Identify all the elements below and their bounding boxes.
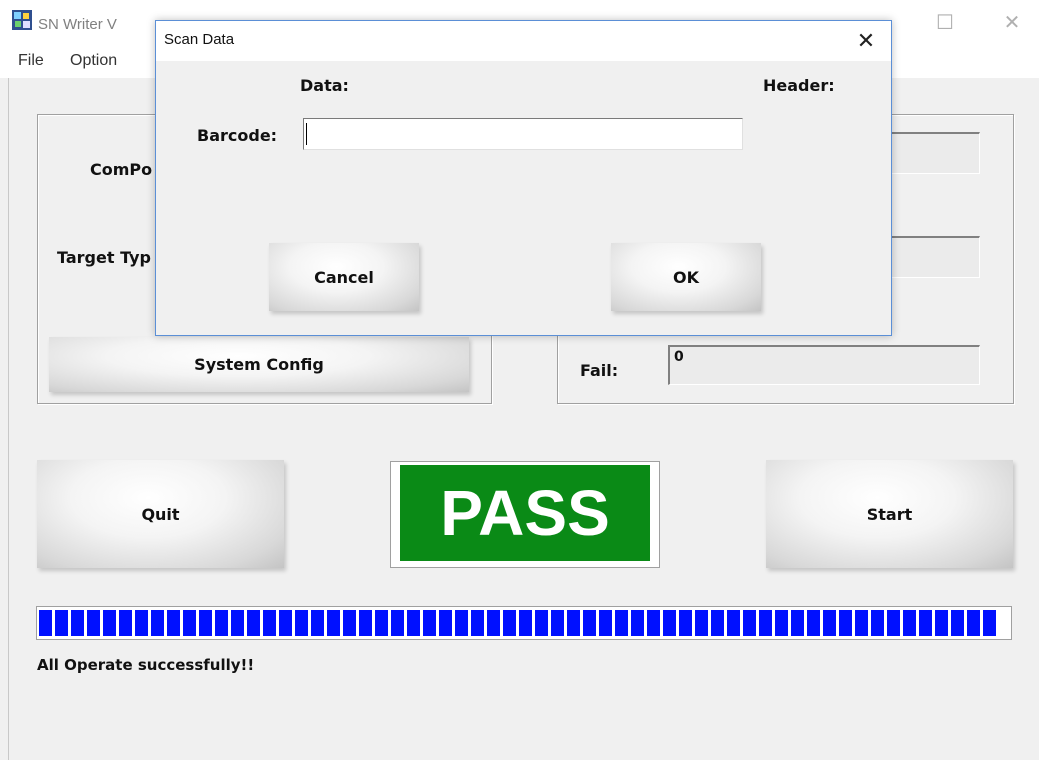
progress-segment [551, 610, 564, 636]
window-left-border [8, 78, 9, 760]
progress-segment [631, 610, 644, 636]
progress-segment [567, 610, 580, 636]
progress-segment [583, 610, 596, 636]
progress-segment [519, 610, 532, 636]
close-icon[interactable]: ✕ [851, 27, 881, 55]
progress-segment [727, 610, 740, 636]
progress-segment [679, 610, 692, 636]
text-caret [306, 123, 307, 145]
progress-segment [247, 610, 260, 636]
status-text: All Operate successfully!! [37, 656, 255, 674]
progress-segment [295, 610, 308, 636]
progress-segment [599, 610, 612, 636]
menu-file[interactable]: File [18, 52, 44, 70]
progress-segment [983, 610, 996, 636]
progress-segment [119, 610, 132, 636]
progress-segment [839, 610, 852, 636]
progress-segment [663, 610, 676, 636]
fail-label: Fail: [580, 361, 619, 380]
stat-field-middle [885, 236, 980, 278]
result-indicator: PASS [390, 461, 660, 568]
progress-segment [87, 610, 100, 636]
scan-data-dialog: Scan Data ✕ Data: Header: Barcode: Cance… [155, 20, 892, 336]
progress-segment [919, 610, 932, 636]
dialog-title: Scan Data [164, 31, 235, 48]
progress-segment [263, 610, 276, 636]
barcode-input[interactable] [303, 118, 743, 150]
header-label: Header: [763, 76, 835, 95]
progress-segment [871, 610, 884, 636]
fail-count-field: 0 [668, 345, 980, 385]
progress-segment [743, 610, 756, 636]
progress-segment [279, 610, 292, 636]
result-text: PASS [400, 465, 650, 561]
progress-segment [55, 610, 68, 636]
progress-segment [391, 610, 404, 636]
start-button[interactable]: Start [766, 460, 1013, 568]
ok-button[interactable]: OK [611, 243, 761, 311]
progress-segment [455, 610, 468, 636]
progress-segment [535, 610, 548, 636]
progress-segment [183, 610, 196, 636]
progress-segment [615, 610, 628, 636]
progress-segment [423, 610, 436, 636]
progress-segment [471, 610, 484, 636]
progress-segment [967, 610, 980, 636]
progress-segment [647, 610, 660, 636]
cancel-button[interactable]: Cancel [269, 243, 419, 311]
progress-segment [487, 610, 500, 636]
progress-segment [39, 610, 52, 636]
progress-segment [151, 610, 164, 636]
progress-segment [951, 610, 964, 636]
progress-segment [231, 610, 244, 636]
progress-segment [503, 610, 516, 636]
progress-segment [135, 610, 148, 636]
progress-segment [215, 610, 228, 636]
progress-segment [343, 610, 356, 636]
close-window-icon[interactable]: ✕ [992, 8, 1032, 38]
maximize-icon[interactable]: ☐ [925, 8, 965, 38]
progress-segment [359, 610, 372, 636]
progress-segment [855, 610, 868, 636]
target-type-label: Target Typ [57, 248, 151, 267]
progress-segment [823, 610, 836, 636]
progress-segment [199, 610, 212, 636]
progress-bar [36, 606, 1012, 640]
progress-segment [807, 610, 820, 636]
system-config-button[interactable]: System Config [49, 337, 469, 392]
progress-segment [311, 610, 324, 636]
progress-segment [695, 610, 708, 636]
progress-segment [327, 610, 340, 636]
progress-segment [439, 610, 452, 636]
dialog-title-bar [156, 21, 891, 61]
progress-segment [71, 610, 84, 636]
stat-field-top [885, 132, 980, 174]
progress-segment [887, 610, 900, 636]
quit-button[interactable]: Quit [37, 460, 284, 568]
progress-segment [775, 610, 788, 636]
progress-segment [903, 610, 916, 636]
app-icon [12, 10, 32, 30]
progress-segment [711, 610, 724, 636]
progress-segment [759, 610, 772, 636]
data-label: Data: [300, 76, 349, 95]
progress-segment [935, 610, 948, 636]
progress-segment [375, 610, 388, 636]
menu-option[interactable]: Option [70, 52, 117, 70]
comport-label: ComPo [90, 160, 153, 179]
progress-segment [407, 610, 420, 636]
main-window-title: SN Writer V [38, 16, 117, 33]
progress-segment [791, 610, 804, 636]
barcode-label: Barcode: [197, 126, 278, 145]
progress-segment [167, 610, 180, 636]
progress-segment [103, 610, 116, 636]
